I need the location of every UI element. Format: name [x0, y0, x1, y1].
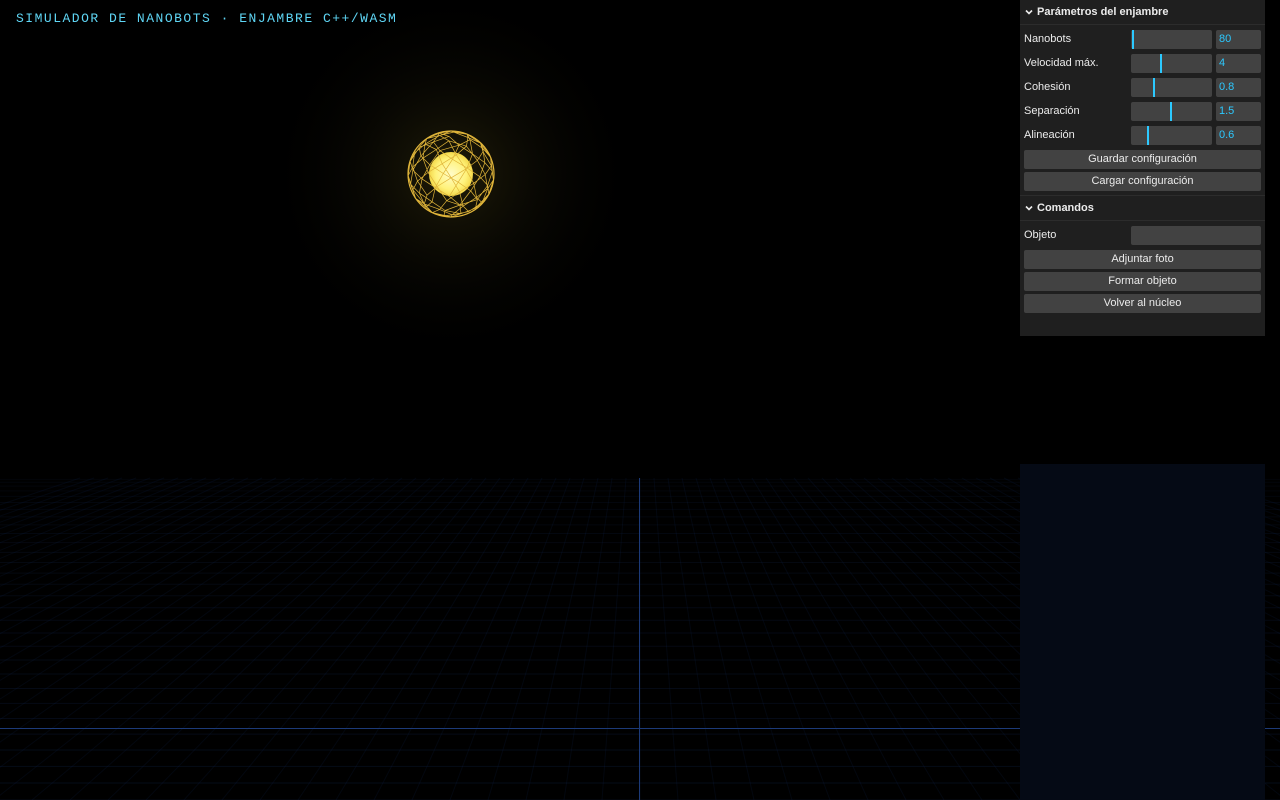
load-config-button[interactable]: Cargar configuración [1024, 172, 1261, 191]
slider-thumb[interactable] [1147, 126, 1149, 145]
return-to-core-button[interactable]: Volver al núcleo [1024, 294, 1261, 313]
cohesion-value-field[interactable]: 0.8 [1216, 78, 1261, 97]
alignment-slider[interactable] [1131, 126, 1212, 145]
separation-value-field[interactable]: 1.5 [1216, 102, 1261, 121]
chevron-down-icon [1024, 196, 1034, 220]
attach-photo-button[interactable]: Adjuntar foto [1024, 250, 1261, 269]
simulation-viewport[interactable]: SIMULADOR DE NANOBOTS · ENJAMBRE C++/WAS… [0, 0, 1280, 800]
chevron-down-icon [1024, 0, 1034, 24]
separation-control: Separación 1.5 [1020, 99, 1265, 123]
cohesion-slider[interactable] [1131, 78, 1212, 97]
alignment-control: Alineación 0.6 [1020, 123, 1265, 147]
commands-folder: Comandos Objeto Adjuntar foto Formar obj… [1020, 195, 1265, 317]
nanobots-label: Nanobots [1024, 33, 1072, 45]
object-input[interactable] [1131, 226, 1261, 245]
object-label: Objeto [1024, 229, 1057, 241]
nanobots-value-field[interactable]: 80 [1216, 30, 1261, 49]
swarm-parameters-folder: Parámetros del enjambre Nanobots 80 Velo… [1020, 0, 1265, 195]
form-object-button[interactable]: Formar objeto [1024, 272, 1261, 291]
separation-label: Separación [1024, 105, 1080, 117]
slider-thumb[interactable] [1152, 78, 1155, 97]
slider-thumb[interactable] [1169, 102, 1172, 121]
secondary-panel [1020, 464, 1265, 800]
save-config-button[interactable]: Guardar configuración [1024, 150, 1261, 169]
commands-folder-header[interactable]: Comandos [1020, 196, 1265, 221]
nanobots-control: Nanobots 80 [1020, 27, 1265, 51]
alignment-value-field[interactable]: 0.6 [1216, 126, 1261, 145]
swarm-parameters-body: Nanobots 80 Velocidad máx. 4 Cohesión 0.… [1020, 25, 1265, 195]
alignment-label: Alineación [1024, 129, 1075, 141]
cohesion-label: Cohesión [1024, 81, 1071, 93]
max-speed-value-field[interactable]: 4 [1216, 54, 1261, 73]
object-control: Objeto [1020, 223, 1265, 247]
max-speed-slider[interactable] [1131, 54, 1212, 73]
max-speed-control: Velocidad máx. 4 [1020, 51, 1265, 75]
nanobots-slider[interactable] [1131, 30, 1212, 49]
separation-slider[interactable] [1131, 102, 1212, 121]
cohesion-control: Cohesión 0.8 [1020, 75, 1265, 99]
swarm-parameters-folder-header[interactable]: Parámetros del enjambre [1020, 0, 1265, 25]
slider-thumb[interactable] [1132, 30, 1134, 49]
commands-folder-title: Comandos [1037, 202, 1094, 214]
control-panel: Parámetros del enjambre Nanobots 80 Velo… [1020, 0, 1265, 336]
swarm-parameters-folder-title: Parámetros del enjambre [1037, 6, 1169, 18]
slider-thumb[interactable] [1159, 54, 1162, 73]
max-speed-label: Velocidad máx. [1024, 57, 1099, 69]
commands-body: Objeto Adjuntar foto Formar objeto Volve… [1020, 221, 1265, 317]
app-title: SIMULADOR DE NANOBOTS · ENJAMBRE C++/WAS… [16, 11, 398, 26]
